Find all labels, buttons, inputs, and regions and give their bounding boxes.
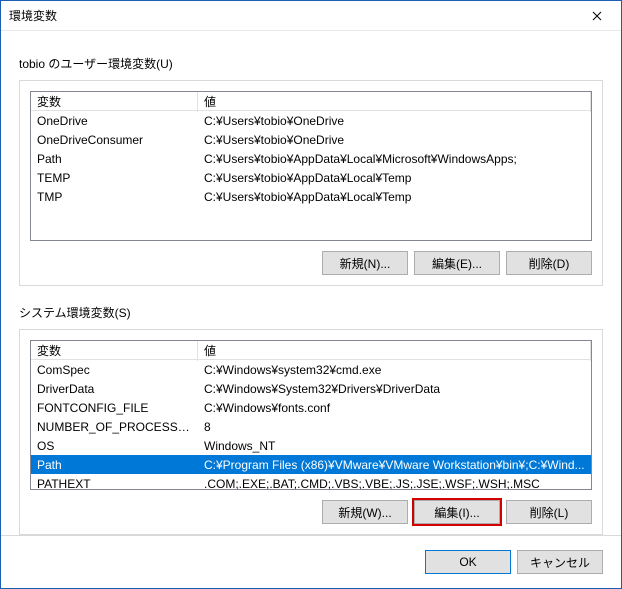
- col-header-value[interactable]: 値: [198, 91, 591, 112]
- var-name: OneDriveConsumer: [31, 132, 198, 148]
- table-row[interactable]: PATHEXT.COM;.EXE;.BAT;.CMD;.VBS;.VBE;.JS…: [31, 474, 591, 490]
- var-name: FONTCONFIG_FILE: [31, 400, 198, 416]
- table-row[interactable]: NUMBER_OF_PROCESSORS8: [31, 417, 591, 436]
- table-row[interactable]: PathC:¥Users¥tobio¥AppData¥Local¥Microso…: [31, 149, 591, 168]
- var-name: TMP: [31, 189, 198, 205]
- table-row[interactable]: ComSpecC:¥Windows¥system32¥cmd.exe: [31, 360, 591, 379]
- var-name: NUMBER_OF_PROCESSORS: [31, 419, 198, 435]
- table-row[interactable]: OneDriveConsumerC:¥Users¥tobio¥OneDrive: [31, 130, 591, 149]
- table-row[interactable]: OneDriveC:¥Users¥tobio¥OneDrive: [31, 111, 591, 130]
- var-name: Path: [31, 457, 198, 473]
- var-value: C:¥Users¥tobio¥OneDrive: [198, 132, 591, 148]
- cancel-button[interactable]: キャンセル: [517, 550, 603, 574]
- var-value: .COM;.EXE;.BAT;.CMD;.VBS;.VBE;.JS;.JSE;.…: [198, 476, 591, 491]
- var-value: C:¥Windows¥system32¥cmd.exe: [198, 362, 591, 378]
- table-row[interactable]: TMPC:¥Users¥tobio¥AppData¥Local¥Temp: [31, 187, 591, 206]
- user-delete-button[interactable]: 削除(D): [506, 251, 592, 275]
- user-new-button[interactable]: 新規(N)...: [322, 251, 408, 275]
- var-value: 8: [198, 419, 591, 435]
- user-vars-buttons: 新規(N)... 編集(E)... 削除(D): [30, 251, 592, 275]
- col-header-name[interactable]: 変数: [31, 340, 198, 361]
- dialog-footer: OK キャンセル: [1, 535, 621, 588]
- var-name: Path: [31, 151, 198, 167]
- var-value: C:¥Windows¥fonts.conf: [198, 400, 591, 416]
- user-vars-group: 変数 値 OneDriveC:¥Users¥tobio¥OneDriveOneD…: [19, 80, 603, 286]
- var-name: TEMP: [31, 170, 198, 186]
- var-value: C:¥Users¥tobio¥AppData¥Local¥Microsoft¥W…: [198, 151, 591, 167]
- window-title: 環境変数: [9, 7, 574, 24]
- table-row[interactable]: PathC:¥Program Files (x86)¥VMware¥VMware…: [31, 455, 591, 474]
- system-edit-button[interactable]: 編集(I)...: [414, 500, 500, 524]
- system-vars-list[interactable]: 変数 値 ComSpecC:¥Windows¥system32¥cmd.exeD…: [30, 340, 592, 490]
- dialog-content: tobio のユーザー環境変数(U) 変数 値 OneDriveC:¥Users…: [1, 31, 621, 535]
- table-row[interactable]: OSWindows_NT: [31, 436, 591, 455]
- system-delete-button[interactable]: 削除(L): [506, 500, 592, 524]
- table-row[interactable]: TEMPC:¥Users¥tobio¥AppData¥Local¥Temp: [31, 168, 591, 187]
- var-value: C:¥Program Files (x86)¥VMware¥VMware Wor…: [198, 457, 591, 473]
- user-vars-list[interactable]: 変数 値 OneDriveC:¥Users¥tobio¥OneDriveOneD…: [30, 91, 592, 241]
- list-header: 変数 値: [31, 92, 591, 111]
- var-name: PATHEXT: [31, 476, 198, 491]
- system-vars-heading: システム環境変数(S): [19, 304, 603, 321]
- col-header-value[interactable]: 値: [198, 340, 591, 361]
- user-edit-button[interactable]: 編集(E)...: [414, 251, 500, 275]
- var-value: C:¥Users¥tobio¥OneDrive: [198, 113, 591, 129]
- var-value: C:¥Users¥tobio¥AppData¥Local¥Temp: [198, 189, 591, 205]
- var-name: OneDrive: [31, 113, 198, 129]
- var-value: C:¥Windows¥System32¥Drivers¥DriverData: [198, 381, 591, 397]
- close-button[interactable]: [574, 2, 619, 30]
- var-value: C:¥Users¥tobio¥AppData¥Local¥Temp: [198, 170, 591, 186]
- table-row[interactable]: FONTCONFIG_FILEC:¥Windows¥fonts.conf: [31, 398, 591, 417]
- var-name: OS: [31, 438, 198, 454]
- var-name: DriverData: [31, 381, 198, 397]
- titlebar: 環境変数: [1, 1, 621, 31]
- var-value: Windows_NT: [198, 438, 591, 454]
- ok-button[interactable]: OK: [425, 550, 511, 574]
- var-name: ComSpec: [31, 362, 198, 378]
- close-icon: [592, 11, 602, 21]
- list-header: 変数 値: [31, 341, 591, 360]
- system-vars-buttons: 新規(W)... 編集(I)... 削除(L): [30, 500, 592, 524]
- system-new-button[interactable]: 新規(W)...: [322, 500, 408, 524]
- table-row[interactable]: DriverDataC:¥Windows¥System32¥Drivers¥Dr…: [31, 379, 591, 398]
- system-vars-group: 変数 値 ComSpecC:¥Windows¥system32¥cmd.exeD…: [19, 329, 603, 535]
- col-header-name[interactable]: 変数: [31, 91, 198, 112]
- user-vars-heading: tobio のユーザー環境変数(U): [19, 55, 603, 72]
